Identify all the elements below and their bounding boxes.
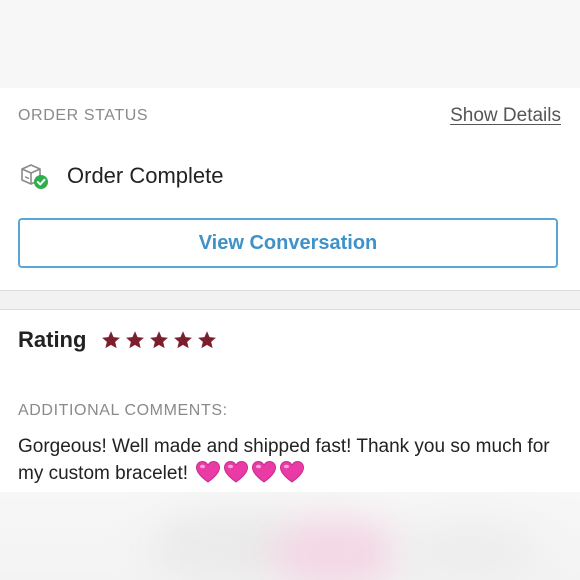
show-details-link[interactable]: Show Details [450, 105, 561, 127]
comment-emoji-group [193, 460, 305, 484]
star-icon [198, 331, 217, 349]
order-status-row: Order Complete [18, 160, 224, 192]
order-status-heading: ORDER STATUS [18, 107, 149, 124]
section-divider [0, 290, 580, 310]
package-check-icon [18, 160, 50, 192]
view-conversation-button[interactable]: View Conversation [18, 218, 558, 268]
star-icon [126, 331, 145, 349]
top-blank-area [0, 0, 580, 88]
star-icon [102, 331, 121, 349]
rating-label: Rating [18, 327, 87, 352]
additional-comments-heading: ADDITIONAL COMMENTS: [18, 402, 228, 419]
star-icon [150, 331, 169, 349]
comment-body: Gorgeous! Well made and shipped fast! Th… [18, 434, 558, 487]
star-icon [174, 331, 193, 349]
pink-heart-icon [252, 460, 277, 483]
rating-row: Rating [18, 327, 218, 353]
bottom-blurred-area [0, 492, 580, 580]
order-status-text: Order Complete [67, 163, 224, 188]
pink-heart-icon [224, 460, 249, 483]
pink-heart-icon [196, 460, 221, 483]
rating-stars [100, 329, 218, 351]
pink-heart-icon [280, 460, 305, 483]
